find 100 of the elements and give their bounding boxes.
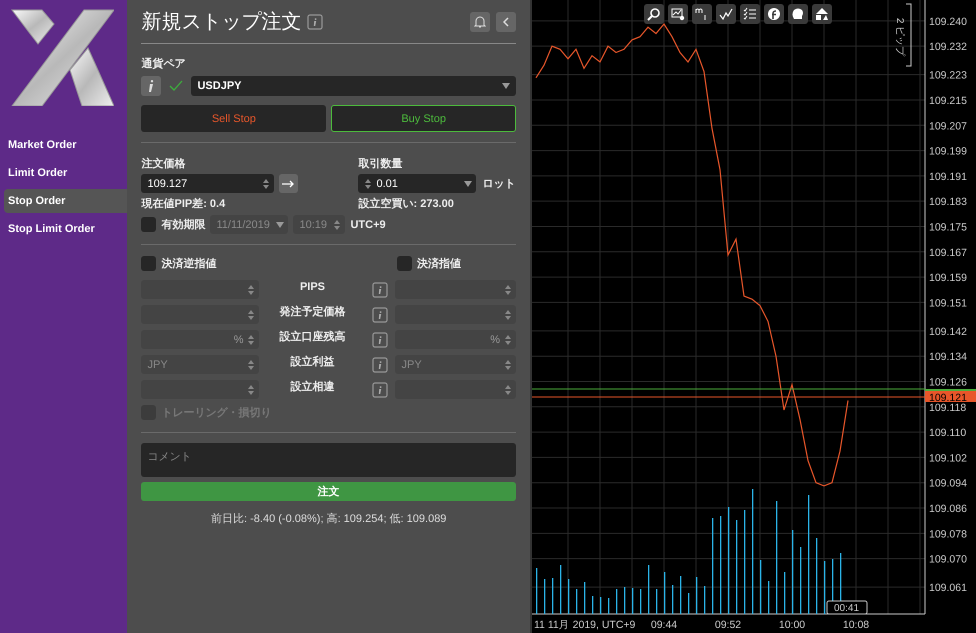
chart-tool-button[interactable]	[716, 4, 736, 24]
take-profit-field[interactable]: %	[395, 330, 516, 349]
chart-tool-button[interactable]	[788, 4, 808, 24]
axis-label: 109.191	[929, 170, 967, 183]
spinner-icon[interactable]	[247, 358, 256, 370]
info-icon[interactable]	[372, 382, 388, 398]
bid-price-badge: 109.121	[925, 390, 976, 404]
sidebar-item[interactable]: Stop Limit Order	[4, 217, 128, 241]
time-label: 10:00	[778, 619, 806, 631]
stop-loss-field[interactable]: %	[141, 330, 260, 349]
circle-logo-icon	[767, 7, 781, 21]
axis-label: 109.199	[929, 146, 967, 158]
margin-text: 設立空買い: 273.00	[358, 196, 455, 211]
axis-label: 109.126	[929, 376, 967, 388]
chart-settings-icon	[671, 7, 685, 21]
caret-icon[interactable]	[502, 83, 510, 89]
bell-icon	[474, 15, 486, 28]
axis-label: 109.142	[929, 326, 967, 338]
checkbox[interactable]	[141, 217, 156, 232]
axis-label: 109.102	[929, 452, 967, 464]
axis-label: 109.118	[929, 402, 966, 414]
stop-loss-label: 決済逆指値	[161, 256, 216, 271]
spinner-icon[interactable]	[504, 358, 512, 370]
stop-loss-field[interactable]	[141, 305, 260, 324]
axis-label: 109.094	[929, 478, 967, 490]
time-label: 09:52	[714, 619, 742, 631]
back-button[interactable]	[496, 12, 516, 32]
info-icon[interactable]	[372, 282, 388, 298]
chevron-icon	[503, 16, 509, 26]
chart-tool-button[interactable]	[644, 4, 664, 24]
timezone-label: UTC+9	[350, 218, 386, 230]
buy-stop-button[interactable]: Buy Stop	[331, 105, 516, 132]
comment-field[interactable]: コメント	[141, 443, 516, 477]
stop-loss-field[interactable]: JPY	[141, 355, 260, 374]
checklist-icon	[743, 7, 757, 21]
checkbox[interactable]	[141, 256, 156, 271]
pip-diff-text: 現在値PIP差: 0.4	[141, 196, 226, 211]
spinner-icon[interactable]	[247, 334, 256, 346]
lot-unit: ロット	[482, 177, 516, 191]
info-icon[interactable]	[372, 356, 388, 372]
chart-tool-button[interactable]	[668, 4, 688, 24]
price-label: 注文価格	[141, 156, 186, 171]
chart-tool-button[interactable]	[764, 4, 784, 24]
chart-tool-button[interactable]	[692, 4, 712, 24]
alert-button[interactable]	[470, 12, 490, 32]
axis-label: 109.232	[929, 41, 967, 54]
spinner-icon[interactable]	[504, 384, 512, 396]
info-icon[interactable]	[372, 332, 388, 348]
spinner-icon[interactable]	[262, 178, 270, 190]
spinner-icon[interactable]	[247, 308, 256, 320]
sidebar-item[interactable]: Stop Order	[4, 189, 128, 213]
scale-bracket	[906, 4, 912, 66]
take-profit-field[interactable]: JPY	[395, 355, 516, 374]
spinner-icon[interactable]	[247, 384, 256, 396]
date-label: 11 11月 2019, UTC+9	[534, 619, 636, 631]
date-field[interactable]: 11/11/2019	[210, 215, 288, 234]
spinner-icon[interactable]	[504, 308, 512, 320]
take-profit-label: 決済指値	[417, 256, 462, 271]
form-title: 新規ストップ注文	[141, 10, 302, 35]
apply-price-button[interactable]	[279, 174, 298, 193]
pair-select[interactable]: USDJPY	[191, 76, 516, 96]
spinner-icon[interactable]	[247, 284, 256, 296]
row-label: 発注予定価格	[278, 304, 346, 319]
take-profit-field[interactable]	[395, 280, 516, 299]
take-profit-field[interactable]	[395, 380, 516, 399]
caret-icon[interactable]	[464, 180, 472, 186]
sidebar-item[interactable]: Market Order	[4, 133, 128, 157]
order-button[interactable]: 注文	[141, 482, 516, 501]
shapes-icon	[815, 7, 829, 21]
row-label: 設立利益	[289, 354, 336, 369]
row-label: 設立相違	[289, 380, 336, 394]
quantity-field[interactable]: 0.01	[358, 174, 476, 193]
spinner-icon[interactable]	[504, 284, 512, 296]
checkbox[interactable]	[397, 256, 412, 271]
row-label: PIPS	[298, 280, 326, 292]
info-icon[interactable]	[307, 14, 324, 30]
info-icon[interactable]	[372, 306, 388, 322]
axis-label: 109.070	[929, 554, 967, 566]
chart-tool-button[interactable]	[740, 4, 760, 24]
stop-loss-field[interactable]	[141, 380, 260, 399]
spinner-icon[interactable]	[504, 334, 512, 346]
time-field[interactable]: 10:19	[293, 215, 346, 234]
axis-label: 109.134	[929, 351, 967, 364]
axis-label: 109.207	[929, 120, 967, 132]
spinner-icon[interactable]	[364, 178, 372, 190]
stop-loss-field[interactable]	[141, 280, 260, 299]
info-icon	[147, 80, 156, 92]
pair-label: 通貨ペア	[141, 56, 186, 71]
sidebar-item[interactable]: Limit Order	[4, 161, 128, 185]
caret-icon[interactable]	[276, 222, 284, 228]
spinner-icon[interactable]	[333, 218, 342, 230]
axis-label: 109.175	[929, 222, 967, 234]
price-field[interactable]: 109.127	[141, 174, 274, 193]
logo-icon	[10, 8, 114, 106]
line-chart-icon	[719, 7, 733, 21]
chart-tool-button[interactable]	[812, 4, 832, 24]
sell-stop-button[interactable]: Sell Stop	[141, 105, 326, 132]
info-button[interactable]	[141, 76, 162, 96]
take-profit-field[interactable]	[395, 305, 516, 324]
axis-label: 109.078	[929, 528, 967, 540]
